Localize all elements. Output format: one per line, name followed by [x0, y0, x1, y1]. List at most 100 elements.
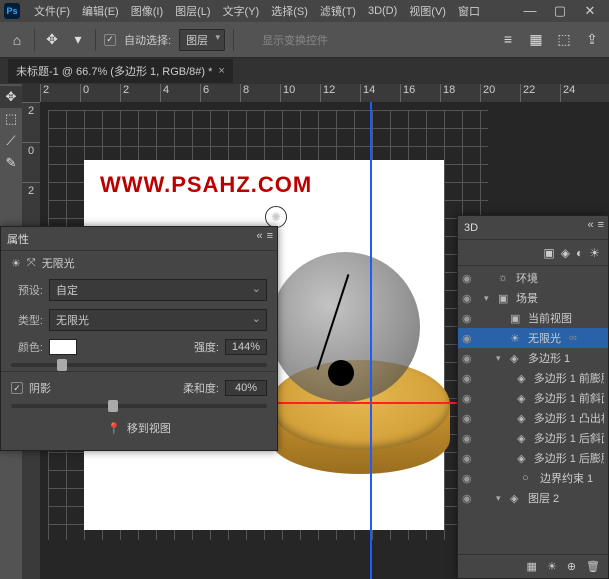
trash-icon[interactable]: 🗑	[586, 560, 600, 573]
tab-close-icon[interactable]: ×	[218, 65, 224, 77]
visibility-icon[interactable]: ◉	[462, 332, 476, 345]
visibility-icon[interactable]: ◉	[462, 312, 476, 325]
color-label: 颜色:	[11, 339, 43, 355]
tree-item[interactable]: ◉▾▣场景	[458, 288, 608, 308]
minimize-icon[interactable]: —	[515, 3, 545, 19]
menu-filter[interactable]: 滤镜(T)	[314, 3, 362, 19]
app-logo: Ps	[4, 3, 20, 19]
item-type-icon: ◈	[510, 352, 524, 365]
light-center[interactable]	[328, 360, 354, 386]
visibility-icon[interactable]: ◉	[462, 492, 476, 505]
document-tab[interactable]: 未标题-1 @ 66.7% (多边形 1, RGB/8#) * ×	[8, 59, 233, 83]
panel-menu-icon[interactable]: ≡	[267, 230, 273, 242]
filter-light-icon[interactable]: ☀	[589, 246, 600, 260]
move-tool[interactable]: ✥	[0, 86, 22, 108]
add-icon[interactable]: ⊕	[567, 560, 576, 573]
tree-item[interactable]: ◉☀无限光∞	[458, 328, 608, 348]
tree-item[interactable]: ◉◈多边形 1 前斜面	[458, 388, 608, 408]
item-type-icon: ☀	[510, 332, 524, 345]
menu-type[interactable]: 文字(Y)	[217, 3, 266, 19]
tree-item[interactable]: ◉▾◈图层 2	[458, 488, 608, 508]
item-type-icon: ◈	[517, 412, 530, 425]
marquee-tool[interactable]: ⬚	[0, 108, 22, 130]
maximize-icon[interactable]: ▢	[545, 3, 575, 19]
tree-item[interactable]: ◉○边界约束 1	[458, 468, 608, 488]
show-transform-checkbox[interactable]	[242, 34, 254, 46]
move-tool-icon[interactable]: ✥	[43, 31, 61, 48]
shadow-checkbox[interactable]: ✓	[11, 382, 23, 394]
tree-item[interactable]: ◉ ▾ ◈ 多边形 1	[458, 348, 608, 368]
type-dropdown[interactable]: 无限光	[49, 309, 267, 331]
3d-mode-icon[interactable]: ▦	[527, 31, 545, 48]
visibility-icon[interactable]: ◉	[462, 472, 476, 485]
visibility-icon[interactable]: ◉	[462, 272, 476, 285]
color-swatch[interactable]	[49, 339, 77, 355]
filter-scene-icon[interactable]: ▣	[543, 246, 554, 260]
filter-material-icon[interactable]: ◐	[576, 246, 583, 260]
visibility-icon[interactable]: ◉	[462, 352, 476, 365]
item-type-icon: ▣	[510, 312, 524, 325]
close-icon[interactable]: ✕	[575, 3, 605, 19]
filter-mesh-icon[interactable]: ◈	[561, 246, 570, 260]
chevron-down-icon[interactable]: ▾	[69, 31, 87, 48]
share-icon[interactable]: ⇪	[583, 31, 601, 48]
lasso-tool[interactable]: ⟋	[0, 130, 22, 152]
tree-item[interactable]: ◉▣当前视图	[458, 308, 608, 328]
visibility-icon[interactable]: ◉	[462, 412, 475, 425]
menu-image[interactable]: 图像(I)	[125, 3, 169, 19]
light-icon: ☀	[11, 257, 21, 270]
tree-item[interactable]: ◉☼环境	[458, 268, 608, 288]
intensity-slider[interactable]	[11, 363, 267, 367]
menu-edit[interactable]: 编辑(E)	[76, 3, 125, 19]
softness-slider[interactable]	[11, 404, 267, 408]
infinite-light-icon[interactable]: ✺	[265, 206, 287, 228]
options-bar: ⌂ ✥ ▾ ✓ 自动选择: 图层 显示变换控件 ≡ ▦ ⬚ ⇪	[0, 22, 609, 58]
softness-input[interactable]: 40%	[225, 380, 267, 396]
menu-layer[interactable]: 图层(L)	[169, 3, 216, 19]
pin-icon[interactable]: 📍	[107, 422, 121, 435]
item-type-icon: ▣	[498, 292, 512, 305]
tree-item[interactable]: ◉◈多边形 1 前膨胀	[458, 368, 608, 388]
auto-select-checkbox[interactable]: ✓	[104, 34, 116, 46]
item-label: 多边形 1 后斜面	[534, 430, 604, 446]
visibility-icon[interactable]: ◉	[462, 392, 475, 405]
new-light-icon[interactable]: ☀	[547, 560, 557, 573]
home-icon[interactable]: ⌂	[8, 32, 26, 48]
auto-select-label: 自动选择:	[124, 32, 171, 48]
panel-collapse-icon[interactable]: «	[587, 219, 593, 231]
wand-tool[interactable]: ✎	[0, 152, 22, 174]
tree-item[interactable]: ◉◈多边形 1 凸出材	[458, 408, 608, 428]
menu-file[interactable]: 文件(F)	[28, 3, 76, 19]
auto-select-target[interactable]: 图层	[179, 29, 225, 51]
menu-window[interactable]: 窗口	[452, 3, 486, 19]
menu-view[interactable]: 视图(V)	[403, 3, 452, 19]
menu-3d[interactable]: 3D(D)	[362, 5, 403, 17]
item-label: 多边形 1 后膨胀	[534, 450, 604, 466]
item-label: 多边形 1	[528, 350, 570, 366]
panel-collapse-icon[interactable]: «	[256, 230, 262, 242]
render-icon[interactable]: ▦	[527, 560, 537, 573]
guide-vertical[interactable]	[370, 102, 372, 579]
search-icon[interactable]: ⬚	[555, 31, 573, 48]
item-label: 边界约束 1	[540, 470, 593, 486]
visibility-icon[interactable]: ◉	[462, 372, 475, 385]
move-to-view-button[interactable]: 移到视图	[127, 420, 171, 436]
intensity-input[interactable]: 144%	[225, 339, 267, 355]
twisty-icon[interactable]: ▾	[496, 493, 506, 504]
preset-dropdown[interactable]: 自定	[49, 279, 267, 301]
align-icon[interactable]: ≡	[499, 31, 517, 48]
visibility-icon[interactable]: ◉	[462, 292, 476, 305]
item-type-icon: ◈	[517, 432, 530, 445]
tree-item[interactable]: ◉ ◈ 多边形 1 后斜面	[458, 428, 608, 448]
visibility-icon[interactable]: ◉	[462, 432, 475, 445]
item-type-icon: ◈	[517, 452, 530, 465]
tree-item[interactable]: ◉ ◈ 多边形 1 后膨胀	[458, 448, 608, 468]
menu-select[interactable]: 选择(S)	[265, 3, 314, 19]
show-transform-label: 显示变换控件	[262, 32, 328, 48]
twisty-icon[interactable]: ▾	[484, 293, 494, 304]
twisty-icon[interactable]: ▾	[496, 353, 506, 364]
visibility-icon[interactable]: ◉	[462, 452, 475, 465]
menubar: Ps 文件(F) 编辑(E) 图像(I) 图层(L) 文字(Y) 选择(S) 滤…	[0, 0, 609, 22]
item-label: 多边形 1 前膨胀	[534, 370, 604, 386]
panel-menu-icon[interactable]: ≡	[598, 219, 604, 231]
